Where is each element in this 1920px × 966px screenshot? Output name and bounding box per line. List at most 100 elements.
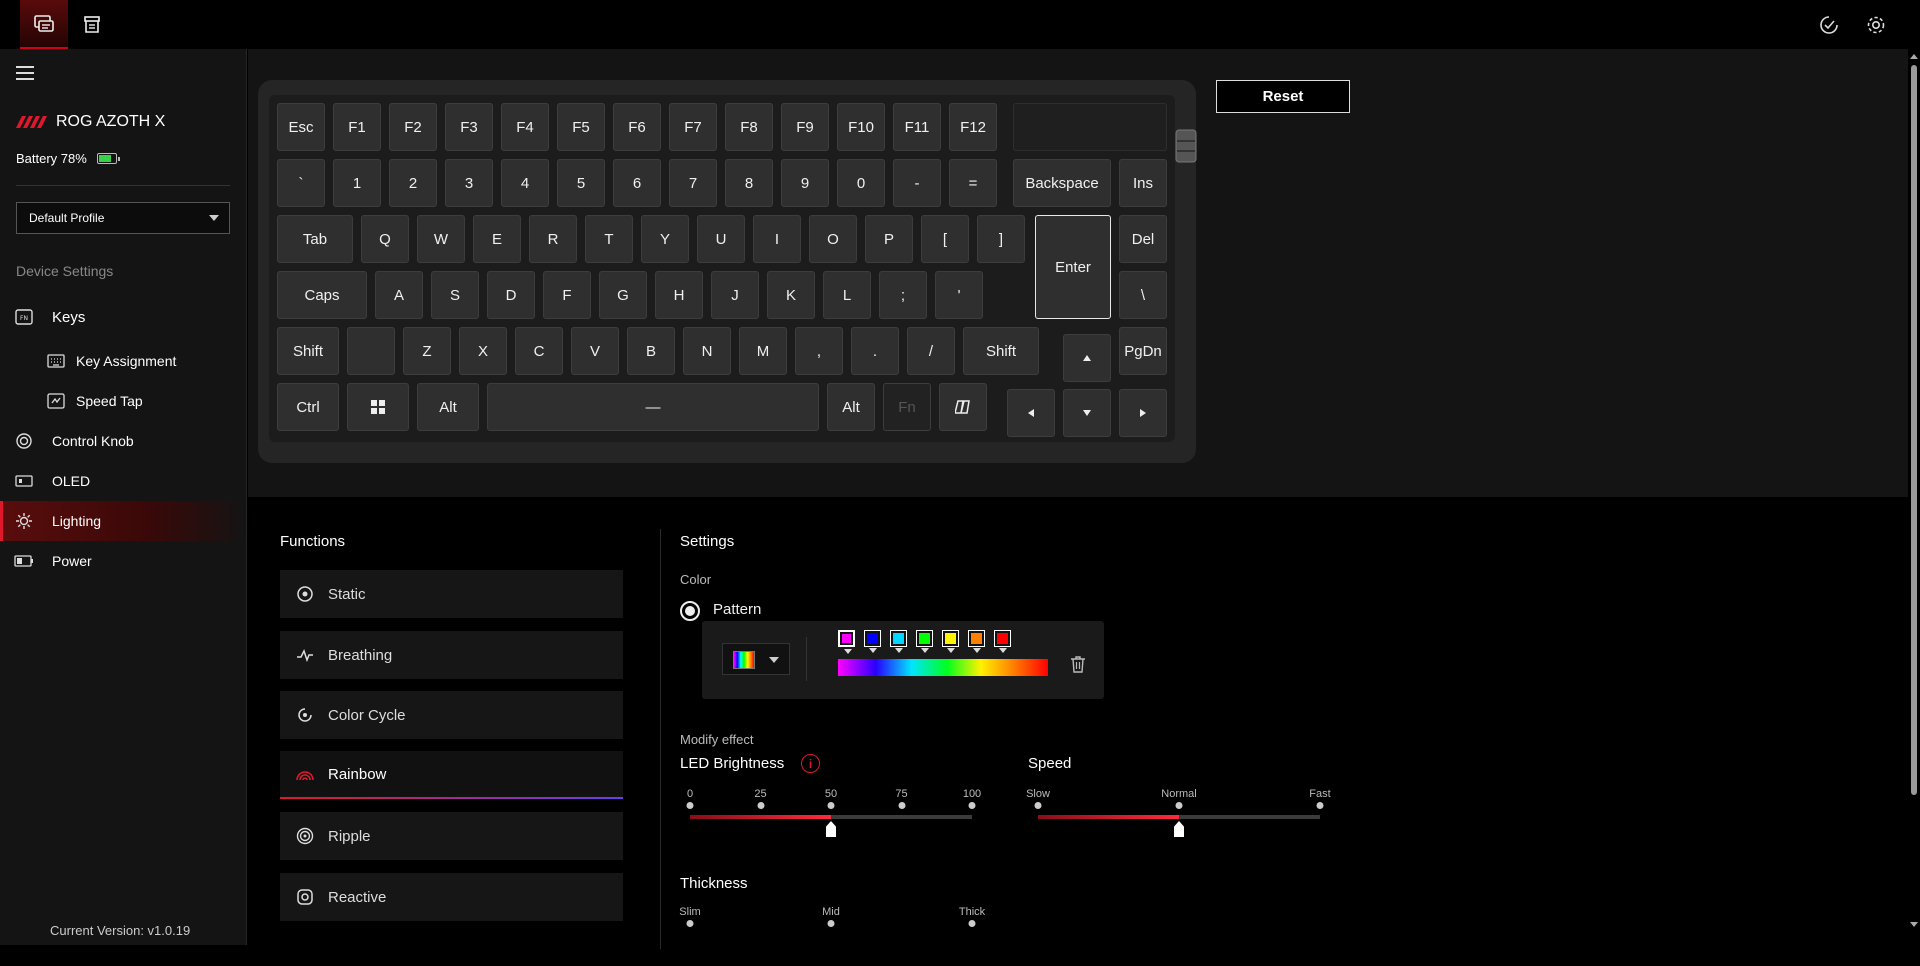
key-quote[interactable]: ' <box>935 271 983 319</box>
profile-dropdown[interactable]: Default Profile <box>16 202 230 234</box>
scrollbar[interactable] <box>1908 49 1920 945</box>
key-pgup[interactable]: \ <box>1119 271 1167 319</box>
key-down[interactable] <box>1063 389 1111 437</box>
color-stop[interactable] <box>942 630 959 653</box>
key-f6[interactable]: F6 <box>613 103 661 151</box>
key-up[interactable] <box>1063 334 1111 382</box>
sidebar-item-control-knob[interactable]: Control Knob <box>0 421 246 461</box>
key-o[interactable]: O <box>809 215 857 263</box>
key-lbracket[interactable]: [ <box>921 215 969 263</box>
key-f4[interactable]: F4 <box>501 103 549 151</box>
palette-dropdown[interactable] <box>722 643 790 675</box>
key-s[interactable]: S <box>431 271 479 319</box>
key-blank-top[interactable] <box>1013 103 1167 151</box>
key-blank[interactable] <box>347 327 395 375</box>
sidebar-item-oled[interactable]: OLED <box>0 461 246 501</box>
key-comma[interactable]: , <box>795 327 843 375</box>
key-f2[interactable]: F2 <box>389 103 437 151</box>
sidebar-item-speed-tap[interactable]: Speed Tap <box>0 381 246 421</box>
key-f8[interactable]: F8 <box>725 103 773 151</box>
key-3[interactable]: 3 <box>445 159 493 207</box>
key-del[interactable]: Del <box>1119 215 1167 263</box>
key-period[interactable]: . <box>851 327 899 375</box>
hamburger-menu-icon[interactable] <box>16 66 34 80</box>
key-slash[interactable]: / <box>907 327 955 375</box>
key-minus[interactable]: - <box>893 159 941 207</box>
key-v[interactable]: V <box>571 327 619 375</box>
slider-track[interactable] <box>690 815 972 819</box>
key-esc[interactable]: Esc <box>277 103 325 151</box>
color-stop[interactable] <box>890 630 907 653</box>
info-icon[interactable]: i <box>801 754 820 773</box>
key-0[interactable]: 0 <box>837 159 885 207</box>
slider-thumb[interactable] <box>1174 821 1184 837</box>
key-fn[interactable]: Fn <box>883 383 931 431</box>
key-rbracket[interactable]: ] <box>977 215 1025 263</box>
key-shift-left[interactable]: Shift <box>277 327 339 375</box>
key-equals[interactable]: = <box>949 159 997 207</box>
key-a[interactable]: A <box>375 271 423 319</box>
thickness-slider[interactable]: Slim Mid Thick <box>679 906 985 966</box>
key-m[interactable]: M <box>739 327 787 375</box>
key-space[interactable]: — <box>487 383 819 431</box>
key-enter[interactable]: Enter <box>1035 215 1111 319</box>
reset-button[interactable]: Reset <box>1216 80 1350 113</box>
key-w[interactable]: W <box>417 215 465 263</box>
key-shift-right[interactable]: Shift <box>963 327 1039 375</box>
key-t[interactable]: T <box>585 215 633 263</box>
key-9[interactable]: 9 <box>781 159 829 207</box>
pattern-radio[interactable] <box>680 601 700 621</box>
function-static[interactable]: Static <box>280 570 623 618</box>
key-r[interactable]: R <box>529 215 577 263</box>
key-backspace[interactable]: Backspace <box>1013 159 1111 207</box>
brightness-slider[interactable]: 0 25 50 75 100 <box>680 788 982 848</box>
key-d[interactable]: D <box>487 271 535 319</box>
gear-icon[interactable] <box>1865 14 1887 36</box>
key-semicolon[interactable]: ; <box>879 271 927 319</box>
key-f3[interactable]: F3 <box>445 103 493 151</box>
key-4[interactable]: 4 <box>501 159 549 207</box>
key-f7[interactable]: F7 <box>669 103 717 151</box>
scroll-down-icon[interactable] <box>1910 922 1918 927</box>
slider-track[interactable] <box>1038 815 1320 819</box>
key-f1[interactable]: F1 <box>333 103 381 151</box>
control-knob-icon[interactable] <box>1175 129 1197 163</box>
key-g[interactable]: G <box>599 271 647 319</box>
key-win[interactable] <box>347 383 409 431</box>
key-1[interactable]: 1 <box>333 159 381 207</box>
speed-slider[interactable]: Slow Normal Fast <box>1026 788 1331 848</box>
key-z[interactable]: Z <box>403 327 451 375</box>
sidebar-item-power[interactable]: Power <box>0 541 246 581</box>
key-p[interactable]: P <box>865 215 913 263</box>
key-right[interactable] <box>1119 389 1167 437</box>
key-f[interactable]: F <box>543 271 591 319</box>
key-7[interactable]: 7 <box>669 159 717 207</box>
sidebar-item-keys[interactable]: FN Keys <box>0 297 246 337</box>
key-ins[interactable]: Ins <box>1119 159 1167 207</box>
key-f5[interactable]: F5 <box>557 103 605 151</box>
function-color-cycle[interactable]: Color Cycle <box>280 691 623 739</box>
check-update-icon[interactable] <box>1818 14 1840 36</box>
key-f11[interactable]: F11 <box>893 103 941 151</box>
key-alt-right[interactable]: Alt <box>827 383 875 431</box>
function-reactive[interactable]: Reactive <box>280 873 623 921</box>
scroll-up-icon[interactable] <box>1910 54 1918 59</box>
tab-device[interactable] <box>20 0 68 49</box>
color-stop[interactable] <box>916 630 933 653</box>
key-c[interactable]: C <box>515 327 563 375</box>
key-h[interactable]: H <box>655 271 703 319</box>
key-2[interactable]: 2 <box>389 159 437 207</box>
key-j[interactable]: J <box>711 271 759 319</box>
key-n[interactable]: N <box>683 327 731 375</box>
key-e[interactable]: E <box>473 215 521 263</box>
key-caps[interactable]: Caps <box>277 271 367 319</box>
sidebar-item-key-assignment[interactable]: Key Assignment <box>0 341 246 381</box>
function-rainbow[interactable]: Rainbow <box>280 751 623 799</box>
function-breathing[interactable]: Breathing <box>280 631 623 679</box>
key-alt-left[interactable]: Alt <box>417 383 479 431</box>
key-y[interactable]: Y <box>641 215 689 263</box>
key-k[interactable]: K <box>767 271 815 319</box>
key-ctrl[interactable]: Ctrl <box>277 383 339 431</box>
tab-storage[interactable] <box>68 0 116 49</box>
key-copilot[interactable] <box>939 383 987 431</box>
